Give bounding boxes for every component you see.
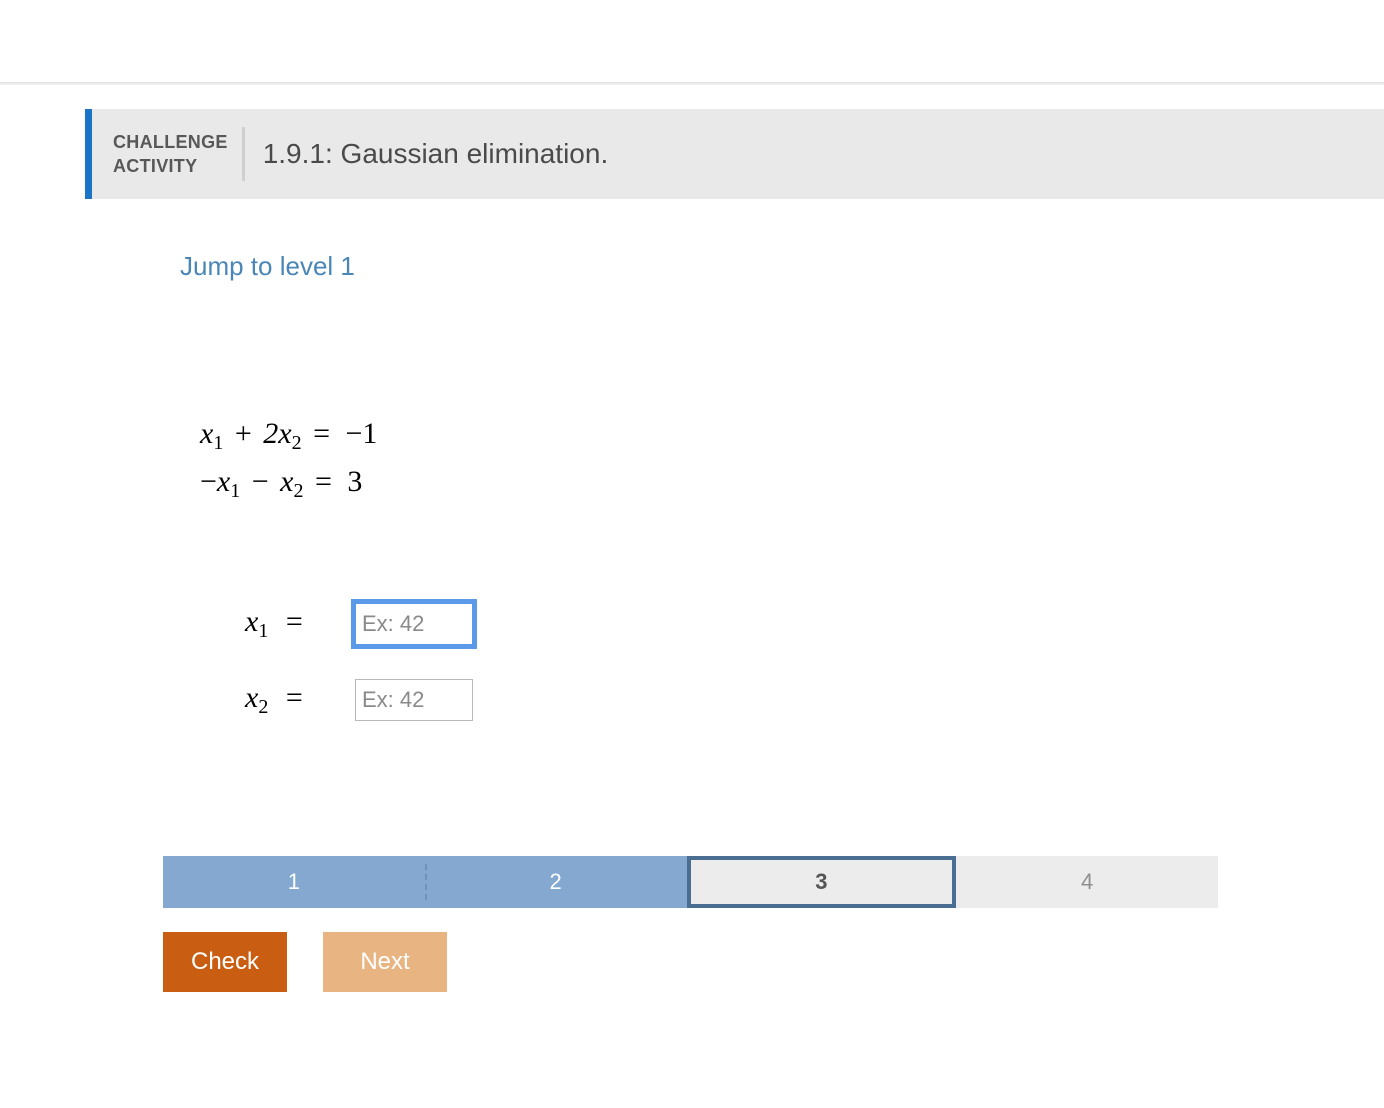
- activity-type-line2: ACTIVITY: [113, 156, 197, 176]
- button-row: Check Next: [163, 932, 447, 992]
- check-button[interactable]: Check: [163, 932, 287, 992]
- x1-input[interactable]: [355, 603, 473, 645]
- answer-label-x2: x2 =: [245, 681, 355, 719]
- activity-type-line1: CHALLENGE: [113, 132, 228, 152]
- equation-system: x1 + 2x2 = −1 −x1 − x2 = 3: [200, 411, 381, 507]
- top-divider: [0, 82, 1384, 85]
- answer-inputs: x1 = x2 =: [245, 603, 473, 755]
- progress-step-2[interactable]: 2: [425, 856, 687, 908]
- activity-title: 1.9.1: Gaussian elimination.: [263, 138, 609, 170]
- progress-step-1[interactable]: 1: [163, 856, 425, 908]
- next-button[interactable]: Next: [323, 932, 447, 992]
- answer-label-x1: x1 =: [245, 605, 355, 643]
- progress-step-4[interactable]: 4: [956, 856, 1218, 908]
- header-divider: [242, 127, 245, 181]
- activity-header: CHALLENGE ACTIVITY 1.9.1: Gaussian elimi…: [85, 109, 1384, 199]
- answer-row-x1: x1 =: [245, 603, 473, 645]
- accent-bar: [85, 109, 92, 199]
- equation-2: −x1 − x2 = 3: [200, 459, 381, 507]
- answer-row-x2: x2 =: [245, 679, 473, 721]
- progress-row: 1 2 3 4: [163, 856, 1218, 908]
- progress-step-3[interactable]: 3: [687, 856, 957, 908]
- page: CHALLENGE ACTIVITY 1.9.1: Gaussian elimi…: [0, 0, 1384, 1108]
- content-area: Jump to level 1 x1 + 2x2 = −1 −x1 − x2 =…: [85, 199, 1384, 1108]
- activity-type-label: CHALLENGE ACTIVITY: [113, 130, 228, 179]
- jump-to-level-link[interactable]: Jump to level 1: [180, 251, 355, 282]
- x2-input[interactable]: [355, 679, 473, 721]
- equation-1: x1 + 2x2 = −1: [200, 411, 381, 459]
